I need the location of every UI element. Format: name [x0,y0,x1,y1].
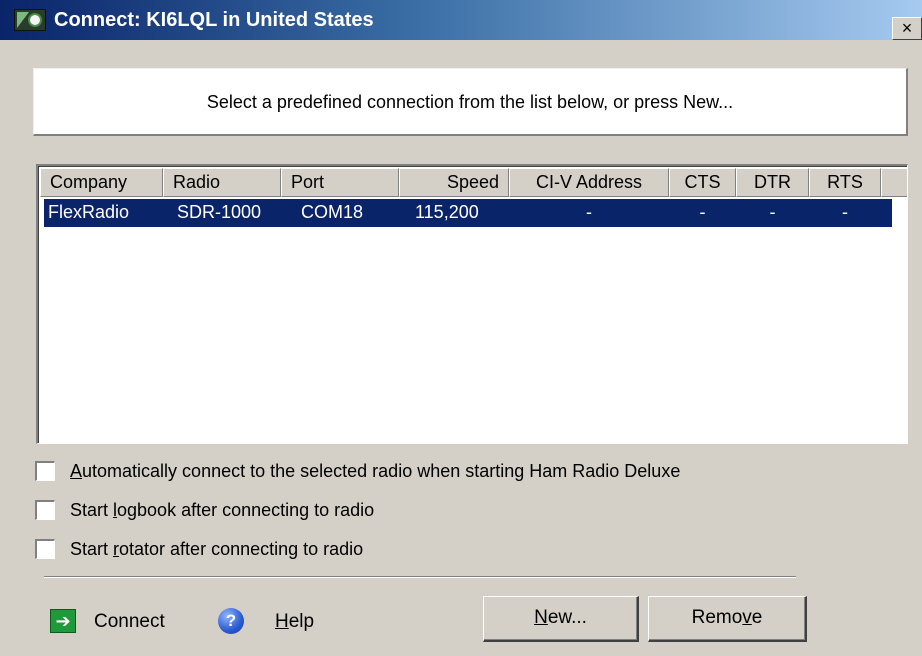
column-header-filler [881,168,907,197]
connection-list[interactable]: Company Radio Port Speed CI-V Address CT… [36,164,908,444]
column-header-dtr[interactable]: DTR [736,168,809,197]
start-rotator-label[interactable]: Start rotator after connecting to radio [70,537,363,561]
app-icon [14,9,46,31]
connect-label: Connect [94,611,165,632]
green-arrow-icon: ➔ [50,609,76,633]
cell-port: COM18 [301,202,364,222]
start-rotator-checkbox[interactable] [35,539,55,559]
separator [44,576,796,578]
auto-connect-checkbox[interactable] [35,461,55,481]
column-header-port[interactable]: Port [281,168,399,197]
column-header-company[interactable]: Company [40,168,163,197]
instruction-text: Select a predefined connection from the … [206,92,734,112]
column-header-speed[interactable]: Speed [399,168,509,197]
column-header-cts[interactable]: CTS [669,168,736,197]
list-header: Company Radio Port Speed CI-V Address CT… [40,168,907,197]
close-button[interactable]: × [892,17,922,40]
column-header-rts[interactable]: RTS [809,168,881,197]
instruction-panel: Select a predefined connection from the … [33,68,908,136]
cell-civ-address: - [586,202,592,222]
cell-company: FlexRadio [48,202,130,222]
column-header-radio[interactable]: Radio [163,168,281,197]
column-header-civ-address[interactable]: CI-V Address [509,168,669,197]
remove-button[interactable]: Remove [648,596,807,642]
cell-cts: - [699,202,706,222]
new-button[interactable]: New... [483,596,639,642]
cell-radio: SDR-1000 [177,202,262,222]
question-mark-icon: ? [218,608,244,634]
table-row[interactable]: FlexRadio SDR-1000 COM18 115,200 - - - - [44,199,892,227]
start-logbook-label[interactable]: Start logbook after connecting to radio [70,498,374,522]
connect-button[interactable]: ➔ Connect [50,606,180,636]
cell-speed: 115,200 [415,202,479,222]
cell-rts: - [842,202,848,222]
start-logbook-checkbox[interactable] [35,500,55,520]
window-title: Connect: KI6LQL in United States [54,9,374,31]
help-button[interactable]: ? Help [218,606,328,636]
auto-connect-label[interactable]: Automatically connect to the selected ra… [70,459,680,483]
title-bar[interactable]: Connect: KI6LQL in United States × [0,0,922,40]
cell-dtr: - [769,202,776,222]
help-label: Help [275,611,315,632]
